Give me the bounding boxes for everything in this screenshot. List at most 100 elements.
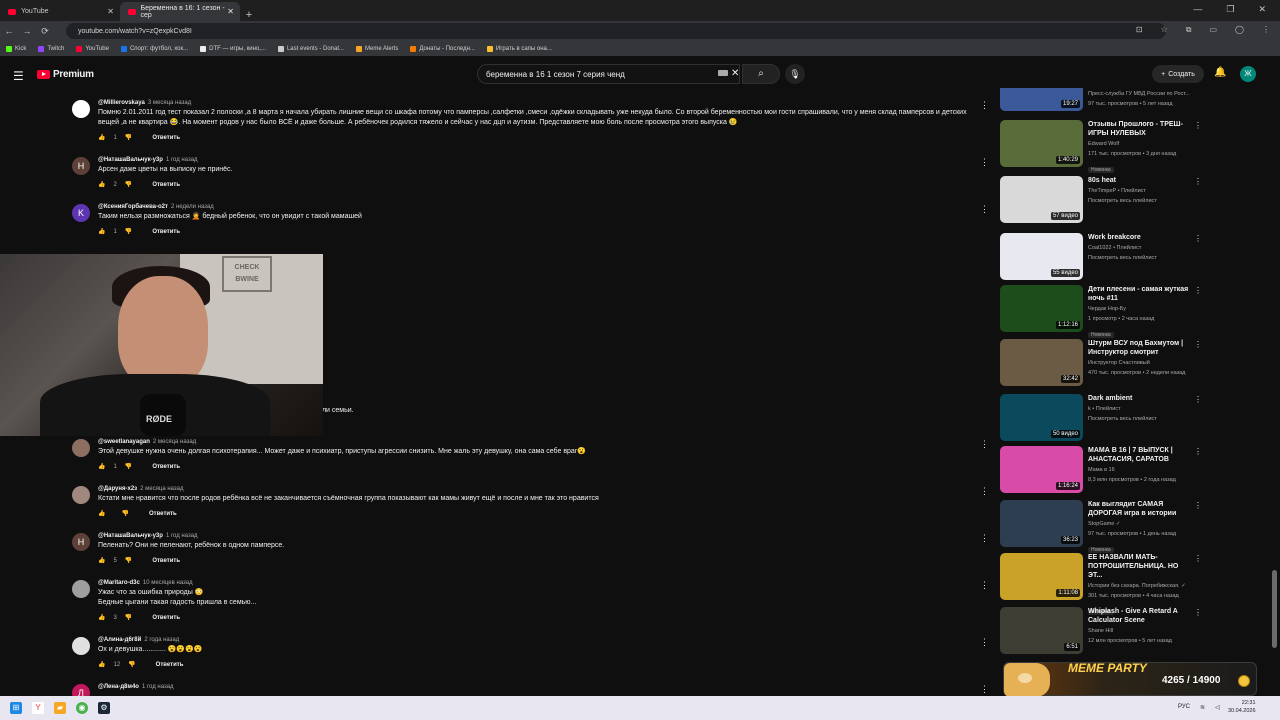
bookmark-item[interactable]: Twitch [38, 45, 64, 52]
video-title[interactable]: Dark ambient [1088, 394, 1190, 403]
related-video[interactable]: 1:12:16 Дети плесени - самая жуткая ночь … [1000, 285, 1205, 338]
clock[interactable]: 22:31 30.04.2026 [1228, 699, 1256, 715]
related-video[interactable]: 1:40:29 Отзывы Прошлого - ТРЕШ-ИГРЫ НУЛЕВ… [1000, 120, 1205, 173]
reply-button[interactable]: Ответить [149, 511, 177, 517]
comment-time[interactable]: 2 месяца назад [140, 486, 183, 492]
bookmark-item[interactable]: Last events - Donat... [277, 45, 344, 52]
like-icon[interactable]: 👍 [98, 134, 105, 141]
video-title[interactable]: МАМА В 16 | 7 ВЫПУСК | АНАСТАСИЯ, САРАТО… [1088, 446, 1190, 464]
back-icon[interactable]: ← [0, 26, 18, 36]
comment-time[interactable]: 3 месяца назад [148, 100, 191, 106]
related-video[interactable]: 36:23 Как выглядит САМАЯ ДОРОГАЯ игра в и… [1000, 500, 1205, 553]
commenter-avatar[interactable]: K [72, 204, 90, 222]
like-icon[interactable]: 👍 [98, 661, 105, 668]
new-tab-button[interactable]: + [240, 9, 258, 21]
comment-author[interactable]: @Maritaro-d3c [98, 580, 140, 586]
dislike-icon[interactable]: 👎 [125, 463, 132, 470]
related-video[interactable]: 57 видео 80s heat TheTimpeP • Плейлист Посм… [1000, 176, 1205, 228]
video-title[interactable]: Work breakcore [1088, 233, 1190, 242]
video-thumbnail[interactable]: 1:40:29 [1000, 120, 1083, 167]
related-video[interactable]: 32:42 Штурм ВСУ под Бахмутом | Инструктор… [1000, 339, 1205, 391]
search-button[interactable]: ⌕ [742, 64, 780, 84]
bookmark-item[interactable]: Играть в сапы она... [486, 45, 552, 52]
video-channel[interactable]: Инструктор Счастливый [1088, 359, 1190, 367]
video-menu-icon[interactable]: ⋮ [1194, 608, 1202, 617]
video-thumbnail[interactable]: 1:16:24 [1000, 446, 1083, 493]
account-avatar[interactable]: Ж [1240, 66, 1256, 82]
minimize-icon[interactable]: — [1193, 4, 1202, 15]
video-channel[interactable]: TheTimpeP • Плейлист [1088, 187, 1190, 195]
video-thumbnail[interactable]: 55 видео [1000, 233, 1083, 280]
video-menu-icon[interactable]: ⋮ [1194, 177, 1202, 186]
commenter-avatar[interactable]: Л [72, 684, 90, 696]
tab-youtube[interactable]: YouTube ✕ [0, 2, 120, 21]
comment-menu-icon[interactable]: ⋮ [980, 486, 989, 497]
video-title[interactable]: Штурм ВСУ под Бахмутом | Инструктор смот… [1088, 339, 1190, 357]
reply-button[interactable]: Ответить [152, 464, 180, 470]
like-icon[interactable]: 👍 [98, 614, 105, 621]
keyboard-icon[interactable] [718, 70, 728, 76]
comment-menu-icon[interactable]: ⋮ [980, 684, 989, 695]
video-title[interactable]: Отзывы Прошлого - ТРЕШ-ИГРЫ НУЛЕВЫХ [1088, 120, 1190, 138]
youtube-logo[interactable]: Premium [37, 69, 94, 80]
commenter-avatar[interactable] [72, 439, 90, 457]
comment-time[interactable]: 2 недели назад [171, 204, 214, 210]
reply-button[interactable]: Ответить [156, 662, 184, 668]
like-icon[interactable]: 👍 [98, 181, 105, 188]
comment-menu-icon[interactable]: ⋮ [980, 100, 989, 111]
wifi-icon[interactable]: ≋ [1200, 704, 1205, 711]
bookmark-item[interactable]: DTF — игры, кино,... [200, 45, 266, 52]
related-video[interactable]: 50 видео Dark ambient k • Плейлист Посмотре… [1000, 394, 1205, 446]
related-video[interactable]: 1:16:24 МАМА В 16 | 7 ВЫПУСК | АНАСТАСИЯ,… [1000, 446, 1205, 498]
steam-icon[interactable]: ⚙ [98, 702, 110, 714]
video-menu-icon[interactable]: ⋮ [1194, 501, 1202, 510]
hamburger-menu-icon[interactable]: ☰ [13, 69, 24, 83]
commenter-avatar[interactable] [72, 486, 90, 504]
comment-menu-icon[interactable]: ⋮ [980, 204, 989, 215]
like-icon[interactable]: 👍 [98, 228, 105, 235]
video-menu-icon[interactable]: ⋮ [1194, 340, 1202, 349]
like-icon[interactable]: 👍 [98, 510, 105, 517]
dislike-icon[interactable]: 👎 [125, 614, 132, 621]
video-thumbnail[interactable]: 36:23 [1000, 500, 1083, 547]
comment-time[interactable]: 2 года назад [144, 637, 179, 643]
video-menu-icon[interactable]: ⋮ [1194, 121, 1202, 130]
close-tab-icon[interactable]: ✕ [107, 7, 114, 16]
video-channel[interactable]: Edward Wolf [1088, 140, 1190, 148]
reply-button[interactable]: Ответить [152, 615, 180, 621]
video-channel[interactable]: Чердак Нор-Бу [1088, 305, 1190, 313]
comment-time[interactable]: 1 год назад [166, 157, 198, 163]
language-indicator[interactable]: РУС [1178, 704, 1190, 711]
bookmark-item[interactable]: YouTube [76, 45, 109, 52]
address-bar[interactable]: youtube.com/watch?v=zQexpkCvd8I [66, 23, 1166, 39]
video-thumbnail[interactable]: 32:42 [1000, 339, 1083, 386]
like-icon[interactable]: 👍 [98, 557, 105, 564]
comment-time[interactable]: 1 год назад [166, 533, 198, 539]
video-thumbnail[interactable]: 6:51 [1000, 607, 1083, 654]
dislike-icon[interactable]: 👎 [125, 557, 132, 564]
yandex-browser-icon[interactable]: Y [32, 702, 44, 714]
sidepanel-icon[interactable]: ▭ [1209, 25, 1217, 35]
comment-author[interactable]: @КсенияГорбачева-о2т [98, 204, 168, 210]
comment-menu-icon[interactable]: ⋮ [980, 637, 989, 648]
related-video[interactable]: 1:11:08 ЕЕ НАЗВАЛИ МАТЬ-ПОТРОШИТЕЛЬНИЦА. … [1000, 553, 1205, 615]
reply-button[interactable]: Ответить [152, 182, 180, 188]
comment-menu-icon[interactable]: ⋮ [980, 533, 989, 544]
dislike-icon[interactable]: 👎 [125, 134, 132, 141]
windows-start-icon[interactable]: ⊞ [10, 702, 22, 714]
maximize-icon[interactable]: ❐ [1226, 4, 1234, 15]
comment-menu-icon[interactable]: ⋮ [980, 439, 989, 450]
video-channel[interactable]: Coal1022 • Плейлист [1088, 244, 1190, 252]
video-menu-icon[interactable]: ⋮ [1194, 447, 1202, 456]
dislike-icon[interactable]: 👎 [121, 510, 128, 517]
comment-author[interactable]: @Алина-д6г8й [98, 637, 141, 643]
video-thumbnail[interactable]: 50 видео [1000, 394, 1083, 441]
comment-author[interactable]: @Лена-д8м4о [98, 684, 139, 690]
dislike-icon[interactable]: 👎 [125, 181, 132, 188]
video-thumbnail[interactable]: 57 видео [1000, 176, 1083, 223]
video-menu-icon[interactable]: ⋮ [1194, 286, 1202, 295]
comment-time[interactable]: 10 месяцев назад [143, 580, 193, 586]
chrome-icon[interactable]: ◉ [76, 702, 88, 714]
reply-button[interactable]: Ответить [152, 229, 180, 235]
bookmark-item[interactable]: Донаты - Последн... [410, 45, 475, 52]
